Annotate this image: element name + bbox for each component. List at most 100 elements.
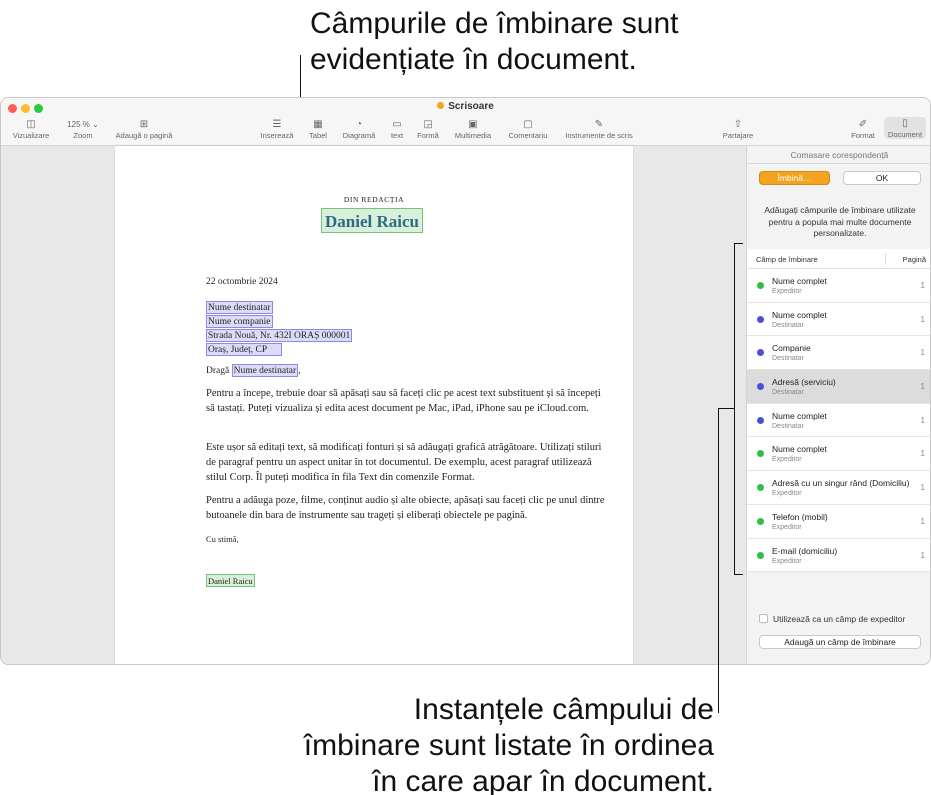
comment-icon: ▢: [523, 119, 533, 130]
view-label: Vizualizare: [12, 131, 50, 140]
merge-field-greeting-name[interactable]: Nume destinatar: [231, 364, 299, 377]
table-icon: ▦: [313, 119, 323, 130]
chart-button[interactable]: ◔ Diagramă: [339, 118, 379, 140]
callout-bracket-connector: [718, 408, 734, 409]
callout-bracket-vertical: [734, 243, 735, 575]
callout-bracket-top: [734, 243, 743, 244]
shape-button[interactable]: ◲ Formă: [414, 118, 442, 140]
merge-field-role: Expeditor: [772, 490, 802, 498]
merge-field-row[interactable]: Nume complet Expeditor 1: [747, 437, 930, 472]
chevron-down-icon: ⌄: [92, 120, 99, 129]
column-divider: [885, 253, 886, 265]
merge-field-row[interactable]: Companie Destinatar 1: [747, 336, 930, 371]
add-page-button[interactable]: ⊞ Adaugă o pagină: [113, 118, 175, 140]
status-dot-icon: [757, 383, 764, 391]
column-header-field[interactable]: Câmp de îmbinare: [756, 255, 818, 264]
merge-field-signature-name[interactable]: Daniel Raicu: [206, 574, 255, 587]
merge-field-role: Destinatar: [772, 355, 804, 363]
merge-field-row[interactable]: Adresă (serviciu) Destinatar 1: [747, 370, 930, 404]
insert-label: Inserează: [260, 131, 294, 140]
merge-field-row[interactable]: Adresă cu un singur rând (Domiciliu) Expe…: [747, 471, 930, 505]
format-label: Format: [851, 131, 875, 140]
status-dot-icon: [757, 484, 764, 492]
sender-name-merge-field[interactable]: Daniel Raicu: [321, 208, 423, 233]
body-paragraph[interactable]: Este ușor să editați text, să modificați…: [206, 440, 611, 485]
recipient-block: Nume destinatar Nume companie Strada Nou…: [206, 301, 353, 357]
document-button[interactable]: ▯ Document: [884, 117, 926, 139]
share-icon: ⇧: [733, 119, 743, 130]
merge-field-role: Destinatar: [772, 389, 804, 397]
zoom-label: Zoom: [73, 131, 93, 140]
merge-field-company[interactable]: Nume companie: [206, 315, 273, 328]
sender-field-checkbox-row[interactable]: Utilizează ca un câmp de expeditor: [759, 614, 905, 624]
column-header-page[interactable]: Pagină: [903, 255, 926, 264]
text-button[interactable]: ▭ text: [386, 118, 408, 140]
ok-button[interactable]: OK: [843, 171, 921, 185]
callout-line-3: în care apar în document.: [372, 765, 714, 795]
sidebar-title: Comasare corespondență: [790, 150, 889, 160]
greeting-suffix: ,: [298, 366, 301, 376]
window-title: Scrisoare: [1, 101, 930, 112]
document-page[interactable]: DIN REDACȚIA Daniel Raicu 22 octombrie 2…: [115, 146, 633, 664]
body-paragraph[interactable]: Pentru a adăuga poze, filme, conținut au…: [206, 493, 611, 523]
signature-block: Daniel Raicu: [206, 574, 255, 588]
merge-field-name: Telefon (mobil): [772, 511, 828, 522]
merge-field-role: Expeditor: [772, 557, 802, 565]
table-button[interactable]: ▦ Tabel: [306, 118, 330, 140]
text-box-icon: ▭: [392, 119, 402, 130]
add-merge-field-button[interactable]: Adaugă un câmp de îmbinare: [759, 635, 921, 649]
list-header: Câmp de îmbinare Pagină: [747, 249, 930, 269]
text-label: text: [390, 131, 404, 140]
format-button[interactable]: ✐ Format: [848, 118, 878, 140]
window-title-text: Scrisoare: [448, 101, 494, 112]
callout-bracket-bottom: [734, 574, 743, 575]
view-button[interactable]: ◫ Vizualizare: [11, 118, 51, 140]
merge-field-page: 1: [920, 281, 925, 290]
merge-field-row[interactable]: Nume complet Expeditor 1: [747, 269, 930, 303]
merge-field-address[interactable]: Strada Nouă, Nr. 432I ORAȘ 000001: [206, 329, 353, 342]
merge-field-city-state-zip[interactable]: Oraș, Județ, CP: [206, 343, 283, 356]
media-button[interactable]: ▣ Multimedia: [452, 118, 494, 140]
sidebar-description: Adăugați câmpurile de îmbinare utilizate…: [764, 205, 916, 238]
merge-field-name: Nume complet: [772, 444, 827, 455]
writing-tools-button[interactable]: ✎ Instrumente de scris: [563, 118, 635, 140]
sidebar-divider: [747, 163, 930, 164]
comment-button[interactable]: ▢ Comentariu: [506, 118, 550, 140]
share-button[interactable]: ⇧ Partajare: [720, 118, 756, 140]
body-paragraph[interactable]: Pentru a începe, trebuie doar să apăsați…: [206, 386, 611, 416]
status-dot-icon: [757, 349, 764, 357]
insert-button[interactable]: ☰ Inserează: [258, 118, 296, 140]
callout-line-2: îmbinare sunt listate în ordinea: [303, 729, 714, 762]
toolbar: Scrisoare ◫ Vizualizare 125 % ⌄ Zoom ⊞ Adau…: [1, 98, 930, 146]
zoom-menu[interactable]: 125 % ⌄ Zoom: [63, 118, 103, 140]
merge-field-role: Expeditor: [772, 456, 802, 464]
shape-label: Formă: [417, 131, 439, 140]
add-page-label: Adaugă o pagină: [115, 131, 173, 140]
merge-field-page: 1: [920, 348, 925, 358]
merge-button[interactable]: Îmbină…: [759, 171, 830, 185]
pages-window: Scrisoare ◫ Vizualizare 125 % ⌄ Zoom ⊞ Adau…: [0, 97, 931, 665]
merge-field-name: Nume complet: [772, 276, 827, 286]
merge-field-role: Expeditor: [772, 288, 802, 295]
greeting-prefix: Dragă: [206, 366, 230, 376]
merge-field-row[interactable]: Nume complet Destinatar 1: [747, 403, 930, 438]
list-rows: Nume complet Expeditor 1 Nume complet Destin…: [747, 269, 930, 573]
from-label: DIN REDACȚIA: [343, 195, 405, 204]
pie-chart-icon: ◔: [355, 119, 363, 130]
merge-field-page: 1: [920, 550, 925, 560]
merge-field-row[interactable]: Telefon (mobil) Expeditor 1: [747, 504, 930, 539]
greeting: Dragă Nume destinatar,: [206, 364, 301, 378]
merge-field-recipient-name[interactable]: Nume destinatar: [206, 301, 273, 314]
shapes-icon: ◲: [423, 119, 433, 130]
mail-merge-sidebar: Comasare corespondență Îmbină… OK Adăuga…: [746, 146, 930, 664]
merge-field-page: 1: [920, 516, 925, 526]
callout-leader-bottom: [718, 408, 719, 713]
sender-field-checkbox[interactable]: [759, 614, 768, 623]
status-dot-icon: [757, 282, 764, 289]
comment-label: Comentariu: [508, 131, 548, 140]
merge-field-name: Adresă (serviciu): [772, 377, 836, 388]
merge-field-name: Nume complet: [772, 410, 827, 421]
merge-field-name: E-mail (domiciliu): [772, 545, 838, 556]
merge-field-row[interactable]: Nume complet Destinatar 1: [747, 302, 930, 337]
merge-field-row[interactable]: E-mail (domiciliu) Expeditor 1: [747, 538, 930, 573]
